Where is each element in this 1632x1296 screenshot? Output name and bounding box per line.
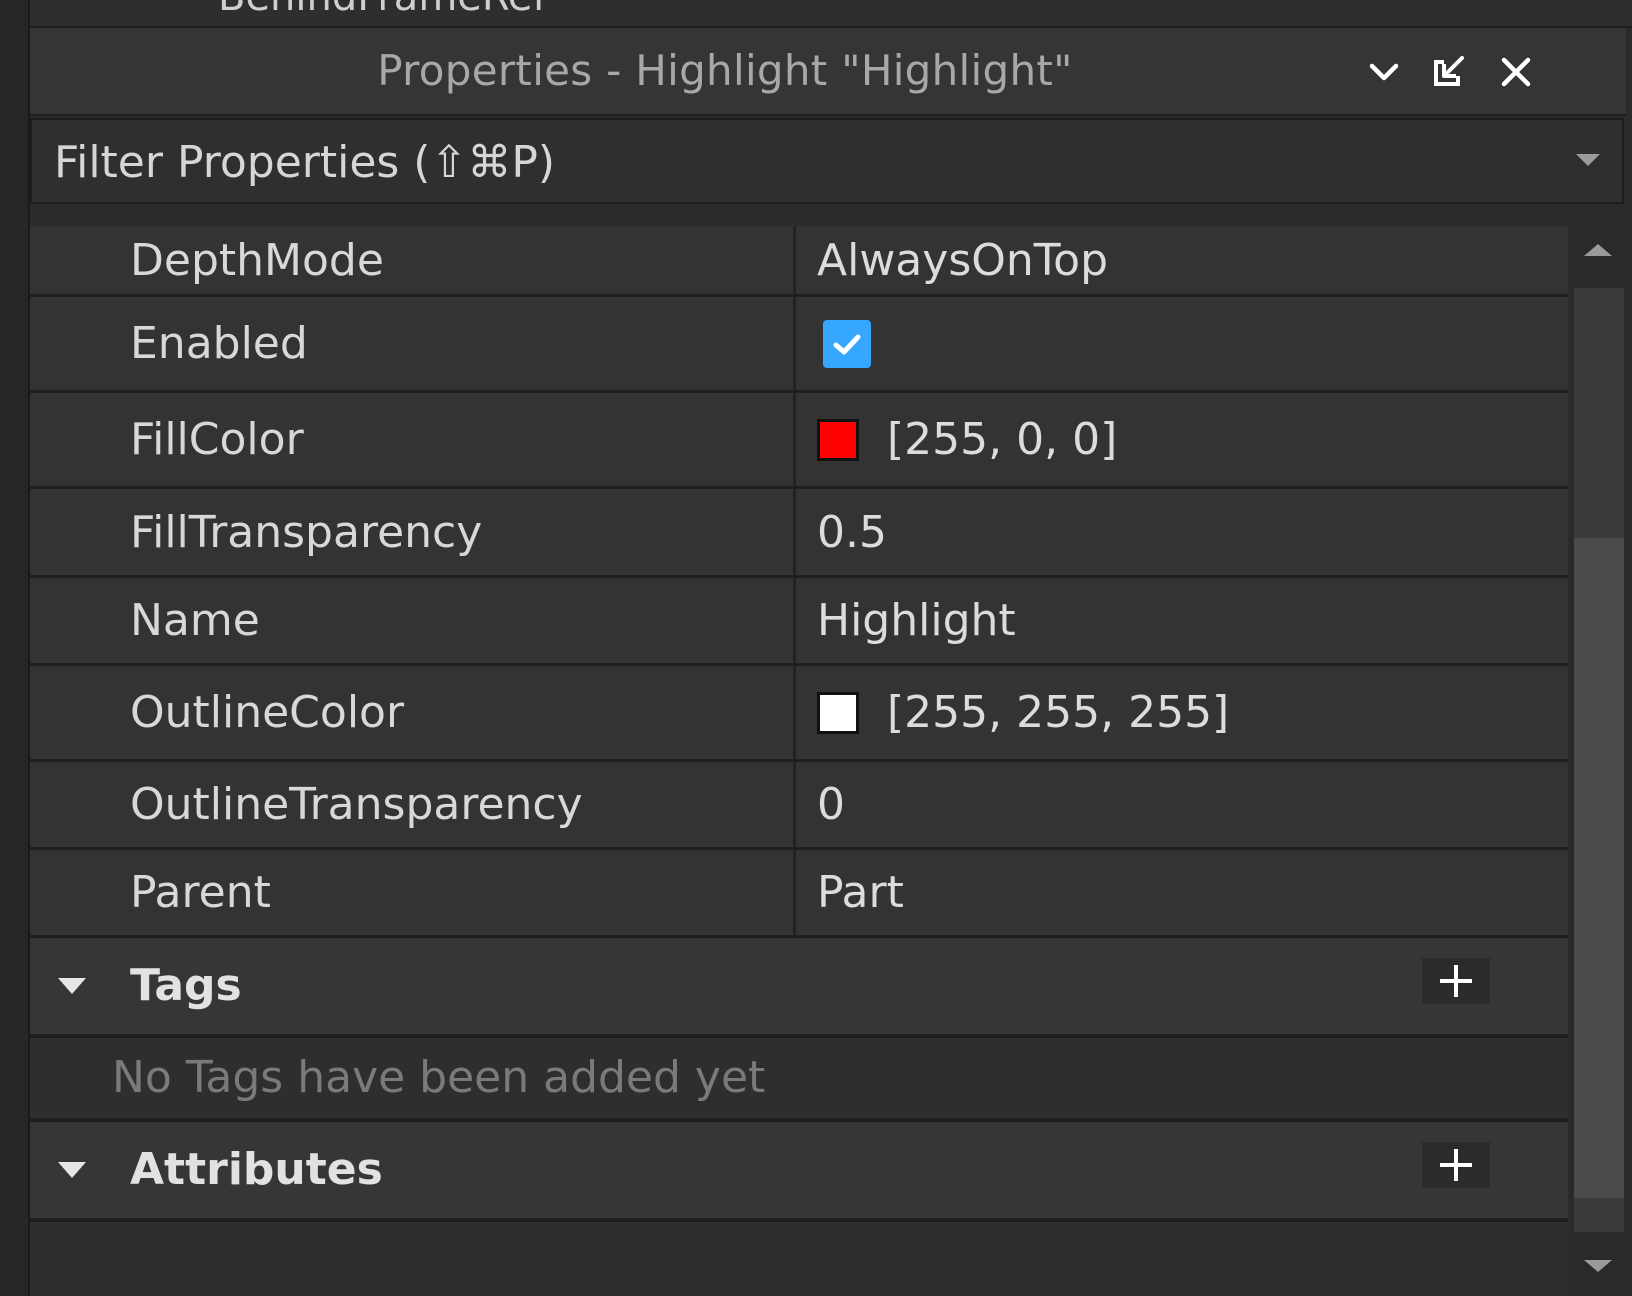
previous-panel-text: BehindFrameRef	[218, 0, 547, 20]
scroll-up-arrow-icon[interactable]	[1584, 244, 1612, 256]
chevron-down-icon	[1369, 63, 1399, 81]
property-value[interactable]: [255, 0, 0]	[799, 393, 1568, 486]
property-row-filltransparency[interactable]: FillTransparency 0.5	[30, 489, 1568, 575]
property-row-depthmode[interactable]: DepthMode AlwaysOnTop	[30, 226, 1568, 294]
close-icon	[1501, 57, 1531, 87]
plus-icon	[1440, 1149, 1472, 1181]
undock-icon	[1434, 56, 1464, 86]
tags-empty-row: No Tags have been added yet	[30, 1038, 1568, 1118]
property-row-name[interactable]: Name Highlight	[30, 578, 1568, 663]
plus-icon	[1440, 965, 1472, 997]
add-tag-button[interactable]	[1422, 958, 1490, 1004]
fill-color-value: [255, 0, 0]	[887, 414, 1118, 465]
property-name: FillColor	[30, 393, 796, 486]
attributes-empty-row	[30, 1222, 1568, 1296]
filter-properties-input[interactable]: Filter Properties (⇧⌘P)	[30, 118, 1624, 204]
scroll-thumb[interactable]	[1574, 538, 1624, 1198]
outline-color-swatch[interactable]	[817, 691, 859, 734]
tags-empty-message: No Tags have been added yet	[112, 1052, 766, 1103]
dropdown-caret-icon[interactable]	[1576, 154, 1600, 166]
property-name: DepthMode	[30, 226, 796, 294]
property-row-fillcolor[interactable]: FillColor [255, 0, 0]	[30, 393, 1568, 486]
property-name: FillTransparency	[30, 489, 796, 575]
property-name: Enabled	[30, 297, 796, 390]
tags-section-header[interactable]: Tags	[30, 938, 1568, 1034]
collapse-triangle-icon[interactable]	[58, 1162, 86, 1178]
property-value[interactable]: Highlight	[799, 578, 1568, 663]
window-title: Properties - Highlight "Highlight"	[377, 46, 1073, 95]
vertical-scrollbar[interactable]	[1570, 226, 1628, 1296]
property-value[interactable]: AlwaysOnTop	[799, 226, 1568, 294]
enabled-checkbox[interactable]	[823, 319, 871, 368]
attributes-section-header[interactable]: Attributes	[30, 1122, 1568, 1218]
property-value[interactable]: Part	[799, 850, 1568, 935]
collapse-button[interactable]	[1362, 50, 1406, 94]
property-value[interactable]: 0	[799, 762, 1568, 847]
property-name: Name	[30, 578, 796, 663]
attributes-title: Attributes	[130, 1144, 383, 1195]
scroll-down-arrow-icon[interactable]	[1584, 1260, 1612, 1272]
checkmark-icon	[833, 334, 861, 354]
property-grid: DepthMode AlwaysOnTop Enabled FillColor …	[30, 226, 1568, 1296]
property-value	[799, 297, 1568, 390]
outline-color-value: [255, 255, 255]	[887, 687, 1230, 738]
fill-color-swatch[interactable]	[817, 418, 859, 461]
property-row-parent[interactable]: Parent Part	[30, 850, 1568, 935]
property-name: Parent	[30, 850, 796, 935]
property-value[interactable]: 0.5	[799, 489, 1568, 575]
properties-panel: BehindFrameRef Properties - Highlight "H…	[0, 0, 1632, 1296]
property-row-outlinetransparency[interactable]: OutlineTransparency 0	[30, 762, 1568, 847]
collapse-triangle-icon[interactable]	[58, 978, 86, 994]
property-name: OutlineColor	[30, 666, 796, 759]
previous-panel-edge: BehindFrameRef	[0, 0, 1632, 28]
property-row-enabled[interactable]: Enabled	[30, 297, 1568, 390]
window-titlebar: Properties - Highlight "Highlight"	[30, 28, 1626, 116]
property-value[interactable]: [255, 255, 255]	[799, 666, 1568, 759]
tags-title: Tags	[130, 960, 242, 1011]
property-row-outlinecolor[interactable]: OutlineColor [255, 255, 255]	[30, 666, 1568, 759]
undock-button[interactable]	[1426, 50, 1470, 94]
property-name: OutlineTransparency	[30, 762, 796, 847]
add-attribute-button[interactable]	[1422, 1142, 1490, 1188]
panel-left-border	[0, 0, 30, 1296]
filter-placeholder: Filter Properties (⇧⌘P)	[54, 137, 556, 188]
close-button[interactable]	[1494, 50, 1538, 94]
